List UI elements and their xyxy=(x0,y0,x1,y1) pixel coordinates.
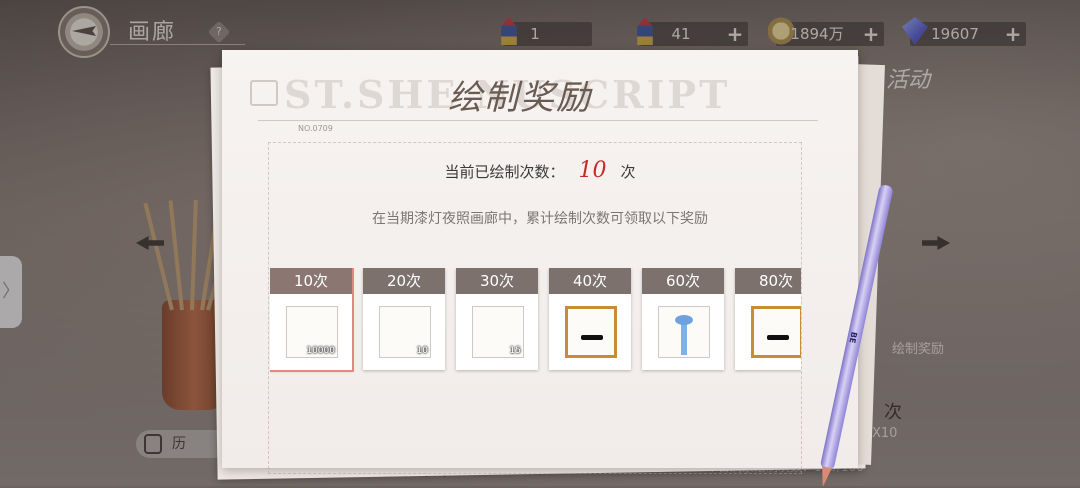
reward-card[interactable]: 10次 10000 xyxy=(270,268,354,372)
flower-icon[interactable]: 15 xyxy=(472,306,524,358)
gold-ring-icon[interactable]: 10000 xyxy=(286,306,338,358)
serial-number: NO.0709 xyxy=(298,124,333,133)
reward-threshold: 30次 xyxy=(456,268,538,294)
reward-threshold: 40次 xyxy=(549,268,631,294)
reward-description: 在当期漆灯夜照画廊中，累计绘制次数可领取以下奖励 xyxy=(372,211,708,227)
avatar-frame-icon[interactable] xyxy=(751,306,801,358)
modal-title: 绘制奖励 xyxy=(448,78,592,118)
draw-count-prefix: 当前已绘制次数： xyxy=(444,163,565,181)
reward-threshold: 20次 xyxy=(363,268,445,294)
crest-icon xyxy=(250,80,278,106)
sun-dial-icon[interactable]: 10 xyxy=(379,306,431,358)
reward-threshold: 10次 xyxy=(270,268,352,294)
header-divider xyxy=(258,120,818,121)
reward-threshold: 60次 xyxy=(642,268,724,294)
reward-threshold: 80次 xyxy=(735,268,801,294)
draw-count-line: 当前已绘制次数： 10 次 xyxy=(222,158,858,183)
draw-count-suffix: 次 xyxy=(620,163,636,181)
reward-quantity: 10 xyxy=(416,346,428,356)
reward-card[interactable]: 60次 xyxy=(642,268,724,370)
avatar-frame-icon[interactable] xyxy=(565,306,617,358)
reward-card[interactable]: 20次 10 xyxy=(363,268,445,370)
reward-quantity: 15 xyxy=(509,346,521,356)
reward-modal: ST.SHE NUSCRIPT 绘制奖励 NO.0709 当前已绘制次数： 10 次… xyxy=(222,50,858,474)
reward-card[interactable]: 40次 xyxy=(549,268,631,370)
reward-quantity: 10000 xyxy=(306,346,335,356)
reward-card[interactable]: 80次 xyxy=(735,268,801,370)
reward-list[interactable]: 10次 10000 20次 10 30次 15 40次 60次 80次 xyxy=(270,268,801,374)
gift-box-icon[interactable] xyxy=(658,306,710,358)
reward-card[interactable]: 30次 15 xyxy=(456,268,538,370)
draw-count-value: 10 xyxy=(578,158,607,183)
